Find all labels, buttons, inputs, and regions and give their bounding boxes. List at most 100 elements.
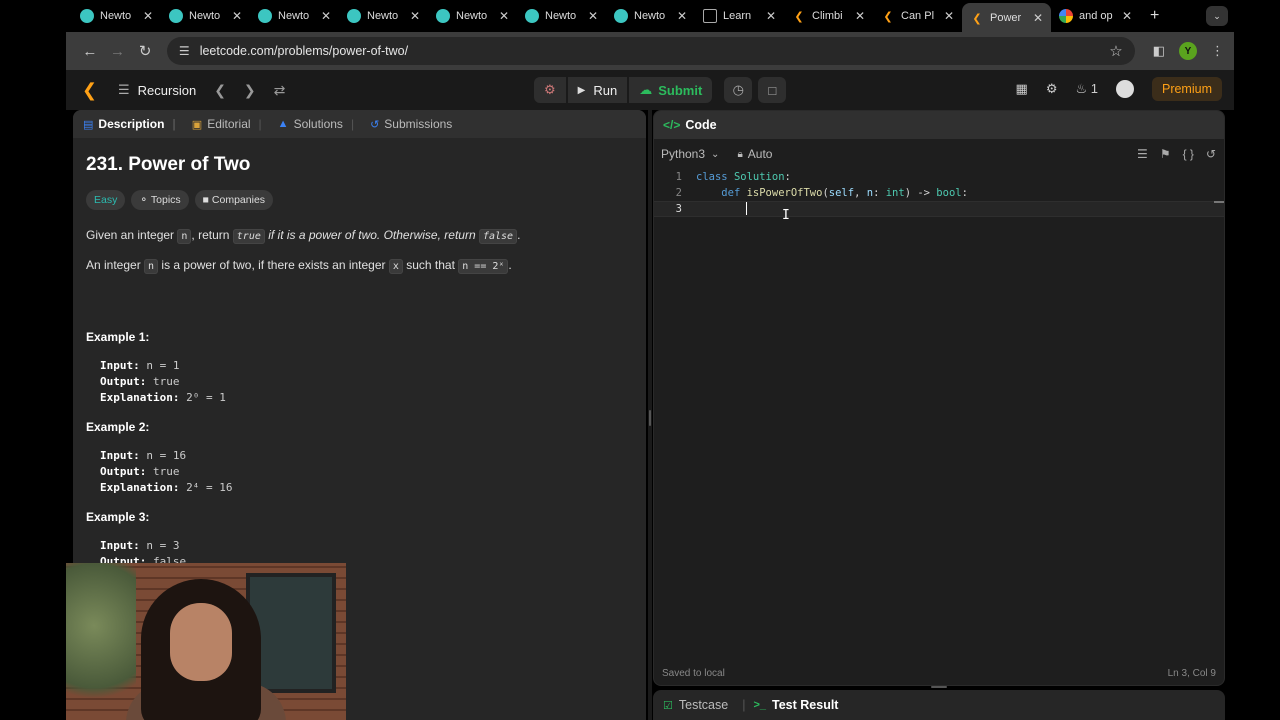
site-info-icon[interactable]: ☰ [179, 44, 190, 58]
problem-title[interactable]: 231. Power of Two [86, 154, 633, 176]
close-tab-icon[interactable]: ✕ [410, 9, 420, 23]
notes-button[interactable]: □ [758, 77, 787, 103]
close-tab-icon[interactable]: ✕ [1033, 11, 1043, 25]
topics-label: Topics [150, 194, 181, 206]
tab-testcase[interactable]: ☑ Testcase [663, 698, 728, 712]
reload-button[interactable]: ↻ [131, 42, 159, 60]
run-button[interactable]: ▶ Run [567, 77, 628, 103]
submit-button[interactable]: ☁ Submit [629, 77, 713, 103]
google-favicon-icon [1059, 9, 1073, 23]
browser-tab-label: Newto [367, 10, 399, 22]
newton-favicon-icon [525, 9, 539, 23]
tab-editorial[interactable]: ▣ Editorial | [192, 117, 262, 131]
auto-mode-toggle[interactable]: 🔒︎ Auto [737, 147, 772, 161]
close-tab-icon[interactable]: ✕ [143, 9, 153, 23]
example-3-title: Example 3: [86, 510, 150, 524]
user-avatar[interactable] [1115, 80, 1134, 98]
side-panel-icon[interactable]: ◧ [1153, 43, 1165, 59]
browser-tab[interactable]: ❮ Climbi ✕ [784, 3, 873, 29]
list-icon: ☰ [118, 82, 130, 97]
close-tab-icon[interactable]: ✕ [766, 9, 776, 23]
tag-icon: ⚬ [139, 194, 149, 206]
browser-tab[interactable]: Newto ✕ [250, 3, 339, 29]
tab-search-icon[interactable]: ⌄ [1206, 6, 1228, 26]
example-1-explanation: 2⁰ = 1 [186, 391, 226, 404]
code-line: 1 class Solution: [654, 169, 1224, 185]
next-problem-button[interactable]: ❯ [244, 82, 256, 99]
new-tab-button[interactable]: + [1150, 7, 1159, 25]
resize-grip [649, 410, 651, 426]
close-tab-icon[interactable]: ✕ [677, 9, 687, 23]
browser-tab[interactable]: ❮ Can Pl ✕ [873, 3, 962, 29]
url-input[interactable]: ☰ leetcode.com/problems/power-of-two/ ☆ [166, 37, 1135, 65]
browser-tab[interactable]: Newto ✕ [606, 3, 695, 29]
vertical-resize-grip[interactable] [931, 686, 947, 688]
close-tab-icon[interactable]: ✕ [588, 9, 598, 23]
random-problem-icon[interactable]: ⇄ [274, 82, 286, 99]
timer-button[interactable]: ◷ [724, 77, 753, 103]
close-tab-icon[interactable]: ✕ [321, 9, 331, 23]
companies-label: Companies [211, 194, 266, 206]
close-tab-icon[interactable]: ✕ [1122, 9, 1132, 23]
back-button[interactable]: ← [76, 43, 104, 60]
reset-icon[interactable]: ↺ [1206, 147, 1216, 161]
forward-button[interactable]: → [104, 43, 132, 60]
ibeam-cursor-icon: I [782, 208, 790, 223]
bookmark-star-icon[interactable]: ☆ [1109, 42, 1122, 60]
example-2-explanation: 2⁴ = 16 [186, 481, 233, 494]
example-2-output: true [152, 465, 180, 478]
text-caret [746, 202, 747, 215]
prev-problem-button[interactable]: ❮ [214, 82, 226, 99]
companies-button[interactable]: ■ Companies [194, 190, 274, 210]
browser-tab[interactable]: Newto ✕ [72, 3, 161, 29]
browser-tab[interactable]: Newto ✕ [161, 3, 250, 29]
explanation-label: Explanation: [100, 391, 180, 404]
premium-button[interactable]: Premium [1151, 77, 1222, 101]
bookmark-icon[interactable]: ⚑ [1160, 147, 1171, 161]
profile-avatar[interactable]: Y [1179, 42, 1197, 60]
browser-tab[interactable]: Newto ✕ [517, 3, 606, 29]
code-line-content: def isPowerOfTwo(self, n: int) -> bool: [721, 187, 968, 199]
browser-tab[interactable]: Learn ✕ [695, 3, 784, 29]
tab-description[interactable]: ▤ Description | [83, 117, 176, 131]
settings-gear-icon[interactable]: ⚙ [1046, 81, 1058, 97]
topics-button[interactable]: ⚬ Topics [131, 190, 189, 210]
layout-icon[interactable]: ▦ [1016, 81, 1028, 97]
example-1-block: Input: n = 1 Output: true Explanation: 2… [100, 358, 633, 406]
browser-menu-icon[interactable]: ⋮ [1211, 43, 1224, 59]
line-number: 3 [675, 203, 682, 215]
leetcode-logo-icon[interactable]: ❮ [82, 80, 104, 101]
browser-tab[interactable]: Newto ✕ [428, 3, 517, 29]
tab-submissions[interactable]: ↺ Submissions [370, 117, 452, 131]
webcam-plant [66, 563, 136, 720]
tab-test-result[interactable]: >_ Test Result [753, 698, 838, 712]
code-editor[interactable]: 1 class Solution: 2 def isPowerOfTwo(sel… [654, 169, 1224, 639]
line-number: 1 [675, 171, 682, 183]
close-tab-icon[interactable]: ✕ [944, 9, 954, 23]
desc1-code-n: n [177, 229, 192, 244]
close-tab-icon[interactable]: ✕ [232, 9, 242, 23]
input-label: Input: [100, 359, 140, 372]
close-tab-icon[interactable]: ✕ [499, 9, 509, 23]
browser-tab[interactable]: Newto ✕ [339, 3, 428, 29]
browser-tab[interactable]: ❮ Power ✕ [962, 3, 1051, 33]
debug-button[interactable]: ⚙ [534, 77, 566, 103]
browser-tab-strip: Newto ✕ Newto ✕ Newto ✕ Newto ✕ Newto ✕ Newto ✕ Newt… [0, 0, 1280, 33]
panel-resizer[interactable] [648, 110, 652, 720]
browser-tab-label: Newto [456, 10, 488, 22]
format-icon[interactable]: ☰ [1137, 147, 1148, 161]
streak-counter[interactable]: ♨ 1 [1075, 81, 1098, 97]
braces-icon[interactable]: { } [1183, 147, 1194, 161]
browser-tab-label: Newto [100, 10, 132, 22]
code-line-content: class Solution: [696, 171, 791, 183]
terminal-icon: >_ [753, 699, 767, 711]
language-select[interactable]: Python3 ⌄ [661, 147, 719, 161]
tab-solutions[interactable]: ▲ Solutions | [278, 117, 354, 131]
close-tab-icon[interactable]: ✕ [855, 9, 865, 23]
browser-tab[interactable]: and op ✕ [1051, 3, 1140, 29]
input-label: Input: [100, 449, 140, 462]
leetcode-favicon-icon: ❮ [794, 10, 804, 23]
code-brackets-icon: </> [663, 118, 681, 132]
problem-list-button[interactable]: ☰ Recursion [118, 82, 196, 98]
